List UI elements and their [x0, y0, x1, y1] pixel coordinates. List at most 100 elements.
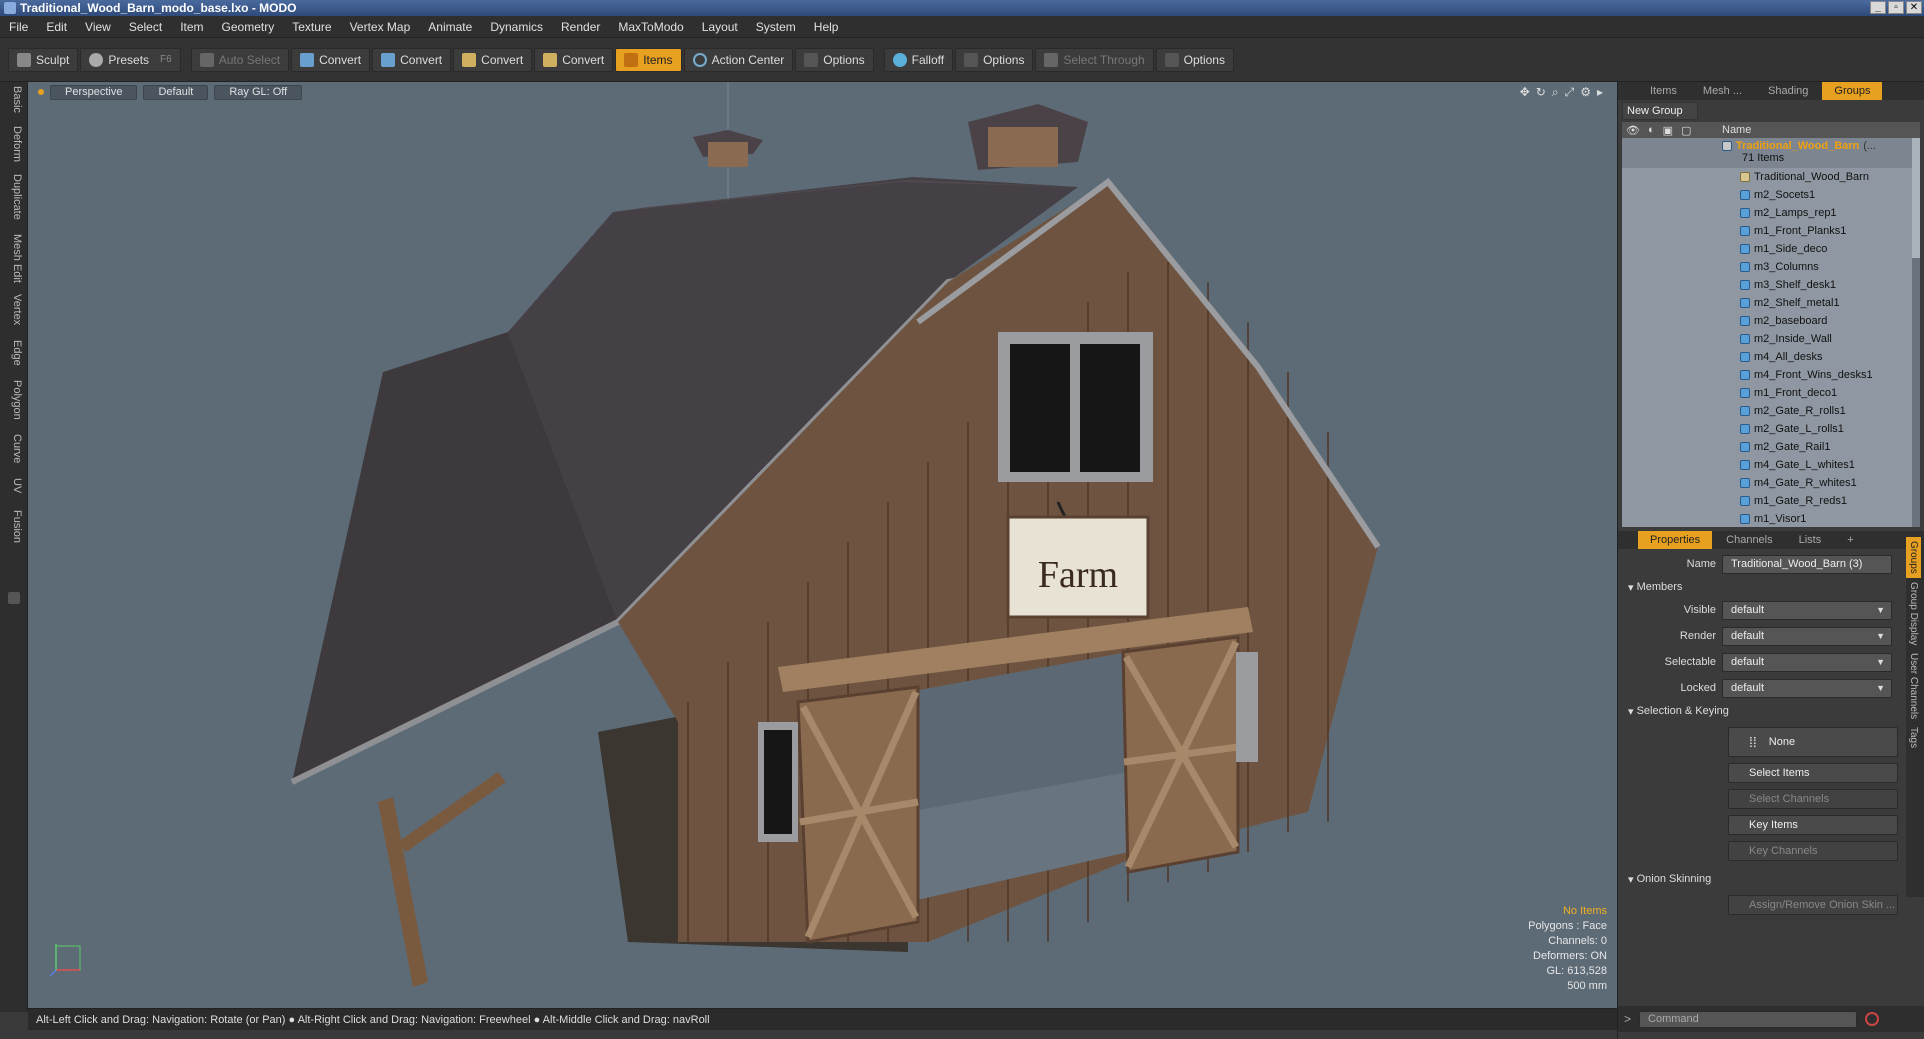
falloff-options-button[interactable]: Options	[955, 47, 1034, 72]
menu-geometry[interactable]: Geometry	[213, 16, 284, 38]
selection-set-none-button[interactable]: ⁞⁞ None	[1728, 727, 1898, 757]
list-scrollbar[interactable]	[1912, 138, 1920, 527]
locked-dropdown[interactable]: default ▼	[1722, 678, 1892, 698]
add-tab-button[interactable]: +	[1835, 531, 1865, 549]
tab-properties[interactable]: Properties	[1638, 531, 1713, 549]
minimize-button[interactable]: _	[1870, 1, 1886, 14]
maximize-button[interactable]: ▫	[1888, 1, 1904, 14]
list-item[interactable]: m2_Shelf_metal1	[1622, 294, 1920, 312]
tab-mesh-edit[interactable]: Mesh Edit	[5, 234, 23, 283]
selection-keying-section[interactable]: ▾ Selection & Keying	[1618, 701, 1904, 721]
close-button[interactable]: ✕	[1906, 1, 1922, 14]
list-item[interactable]: m3_Columns	[1622, 258, 1920, 276]
select-channels-button[interactable]: Select Channels	[1728, 789, 1898, 809]
menu-view[interactable]: View	[76, 16, 120, 38]
menu-render[interactable]: Render	[552, 16, 609, 38]
tab-uv[interactable]: UV	[5, 478, 23, 493]
sidetab-user-channels[interactable]: User Channels	[1906, 649, 1921, 723]
render-toggle-icon[interactable]	[1644, 140, 1658, 152]
menu-edit[interactable]: Edit	[37, 16, 76, 38]
list-item[interactable]: m2_Gate_R_rolls1	[1622, 402, 1920, 420]
list-item[interactable]: m1_Side_deco	[1622, 240, 1920, 258]
tab-shading[interactable]: Shading	[1756, 82, 1820, 100]
list-item[interactable]: m4_Gate_L_whites1	[1622, 456, 1920, 474]
select-options-button[interactable]: Options	[1155, 47, 1234, 72]
lock-column-icon[interactable]: ▣	[1663, 124, 1673, 137]
items-mode-button[interactable]: Items	[615, 47, 682, 72]
group-name-field[interactable]: Traditional_Wood_Barn (3)	[1722, 554, 1892, 574]
lock-toggle-icon[interactable]	[1662, 140, 1676, 152]
convert-vertex-button[interactable]: Convert	[291, 47, 371, 72]
list-item[interactable]: Traditional_Wood_Barn	[1622, 168, 1920, 186]
tab-lists[interactable]: Lists	[1787, 531, 1834, 549]
list-item[interactable]: m2_Socets1	[1622, 186, 1920, 204]
menu-file[interactable]: File	[0, 16, 37, 38]
tab-mesh[interactable]: Mesh ...	[1691, 82, 1754, 100]
name-column-header[interactable]: Name	[1722, 124, 1751, 136]
eye-column-icon[interactable]: 👁	[1626, 124, 1640, 137]
expand-tab-icon[interactable]	[8, 592, 20, 604]
menu-maxtomodo[interactable]: MaxToModo	[609, 16, 692, 38]
members-section[interactable]: ▾ Members	[1618, 577, 1904, 597]
list-item[interactable]: m1_Gate_R_reds1	[1622, 492, 1920, 510]
falloff-button[interactable]: Falloff	[883, 47, 954, 72]
menu-layout[interactable]: Layout	[693, 16, 747, 38]
list-item[interactable]: m1_Front_Planks1	[1622, 222, 1920, 240]
new-group-button[interactable]: New Group	[1622, 102, 1698, 120]
tab-edge[interactable]: Edge	[5, 340, 23, 366]
record-icon[interactable]	[1865, 1012, 1880, 1026]
assign-onion-skin-button[interactable]: Assign/Remove Onion Skin ...	[1728, 895, 1898, 915]
onion-skinning-section[interactable]: ▾ Onion Skinning	[1618, 869, 1904, 889]
presets-button[interactable]: Presets F6	[80, 47, 181, 72]
sidetab-tags[interactable]: Tags	[1906, 723, 1921, 752]
list-item[interactable]: m2_Lamps_rep1	[1622, 204, 1920, 222]
group-row[interactable]: Traditional_Wood_Barn (... 71 Items	[1622, 138, 1920, 168]
tab-curve[interactable]: Curve	[5, 434, 23, 463]
tab-items[interactable]: Items	[1638, 82, 1689, 100]
key-items-button[interactable]: Key Items	[1728, 815, 1898, 835]
list-item[interactable]: m2_Inside_Wall	[1622, 330, 1920, 348]
list-item[interactable]: m2_Gate_Rail1	[1622, 438, 1920, 456]
key-channels-button[interactable]: Key Channels	[1728, 841, 1898, 861]
render-dropdown[interactable]: default ▼	[1722, 626, 1892, 646]
tab-groups[interactable]: Groups	[1822, 82, 1883, 100]
sculpt-button[interactable]: Sculpt	[8, 47, 79, 72]
list-item[interactable]: m4_Gate_R_whites1	[1622, 474, 1920, 492]
list-item[interactable]: m1_Visor1	[1622, 510, 1920, 527]
list-item[interactable]: m4_Front_Wins_desks1	[1622, 366, 1920, 384]
selectable-dropdown[interactable]: default ▼	[1722, 652, 1892, 672]
list-item[interactable]: m1_Front_deco1	[1622, 384, 1920, 402]
tab-fusion[interactable]: Fusion	[5, 510, 23, 543]
menu-dynamics[interactable]: Dynamics	[481, 16, 552, 38]
groups-list[interactable]: Traditional_Wood_Barn (... 71 Items Tradi…	[1622, 138, 1920, 527]
select-column-icon[interactable]: ▢	[1681, 124, 1691, 137]
visible-dropdown[interactable]: default ▼	[1722, 600, 1892, 620]
convert-polygon-button[interactable]: Convert	[453, 47, 533, 72]
menu-help[interactable]: Help	[805, 16, 848, 38]
tab-deform[interactable]: Deform	[5, 126, 23, 162]
tab-vertex[interactable]: Vertex	[5, 294, 23, 325]
menu-animate[interactable]: Animate	[419, 16, 481, 38]
list-scrollbar-thumb[interactable]	[1912, 138, 1920, 258]
tab-polygon[interactable]: Polygon	[5, 380, 23, 420]
action-center-button[interactable]: Action Center	[683, 47, 794, 72]
list-item[interactable]: m3_Shelf_desk1	[1622, 276, 1920, 294]
menu-item[interactable]: Item	[171, 16, 212, 38]
visibility-toggle-icon[interactable]	[1626, 140, 1640, 152]
list-item[interactable]: m2_Gate_L_rolls1	[1622, 420, 1920, 438]
list-item[interactable]: m2_baseboard	[1622, 312, 1920, 330]
render-column-icon[interactable]: ◐	[1648, 124, 1655, 137]
menu-texture[interactable]: Texture	[283, 16, 340, 38]
sidetab-groups[interactable]: Groups	[1906, 537, 1921, 578]
action-center-options-button[interactable]: Options	[795, 47, 874, 72]
auto-select-button[interactable]: Auto Select	[190, 47, 290, 72]
command-input[interactable]: Command	[1639, 1010, 1858, 1028]
tab-duplicate[interactable]: Duplicate	[5, 174, 23, 220]
convert-material-button[interactable]: Convert	[534, 47, 614, 72]
3d-viewport[interactable]: Perspective Default Ray GL: Off ✥ ↻ ⌕ ⤢ …	[28, 82, 1617, 1008]
menu-system[interactable]: System	[747, 16, 805, 38]
sidetab-group-display[interactable]: Group Display	[1906, 578, 1921, 649]
select-through-button[interactable]: Select Through	[1035, 47, 1154, 72]
list-item[interactable]: m4_All_desks	[1622, 348, 1920, 366]
select-toggle-icon[interactable]	[1680, 140, 1694, 152]
